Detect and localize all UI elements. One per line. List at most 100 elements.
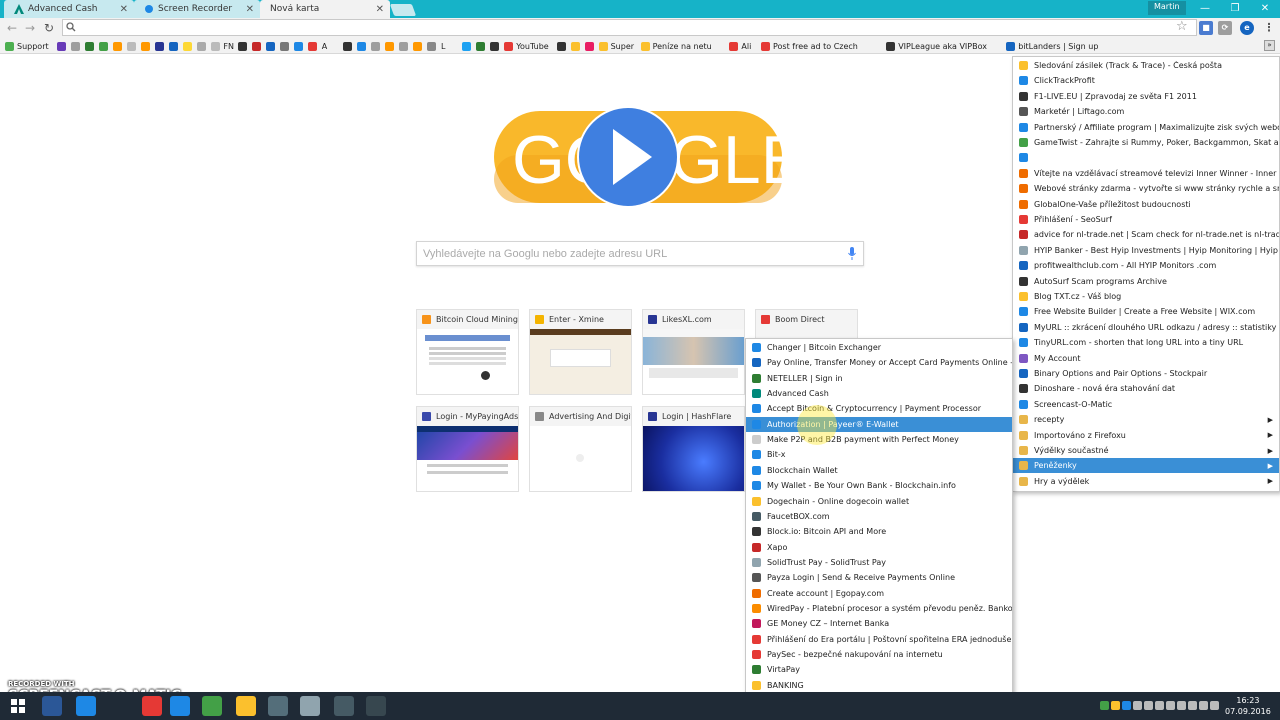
bookmark-folder[interactable]: Hry a výdělek ▶ (1013, 474, 1279, 489)
tray-icon[interactable] (1100, 701, 1109, 710)
bookmark-folder[interactable]: Peněženky ▶ (1013, 458, 1279, 474)
bookmark-item[interactable] (476, 40, 488, 52)
menu-bookmark-item[interactable]: Marketér | Liftago.com (1013, 104, 1279, 119)
menu-bookmark-item[interactable]: ClickTrackProfit (1013, 73, 1279, 88)
menu-bookmark-item[interactable]: Přihlášení do Era portálu | Poštovní spo… (746, 632, 1012, 647)
menu-bookmark-item[interactable]: Binary Options and Pair Options - Stockp… (1013, 366, 1279, 381)
bookmark-item[interactable]: Super (598, 40, 634, 52)
tray-icon[interactable] (1210, 701, 1219, 710)
menu-bookmark-item[interactable]: NETELLER | Sign in (746, 371, 1012, 386)
bookmark-item[interactable] (413, 40, 425, 52)
bookmark-item[interactable] (371, 40, 383, 52)
bookmark-folder[interactable]: Importováno z Firefoxu ▶ (1013, 428, 1279, 443)
most-visited-tile[interactable]: Enter - Xmine (529, 309, 632, 395)
bookmark-item[interactable] (71, 40, 83, 52)
menu-bookmark-item[interactable]: Bit-x (746, 447, 1012, 462)
maximize-icon[interactable]: ❐ (1220, 0, 1250, 18)
menu-bookmark-item[interactable]: Changer | Bitcoin Exchanger (746, 340, 1012, 355)
menu-bookmark-item[interactable]: Webové stránky zdarma - vytvořte si www … (1013, 181, 1279, 196)
bookmark-folder[interactable]: recepty ▶ (1013, 412, 1279, 427)
bookmark-folder[interactable]: Výdělky součastné ▶ (1013, 443, 1279, 458)
bookmark-item[interactable] (169, 40, 181, 52)
bookmark-item[interactable] (462, 40, 474, 52)
menu-bookmark-item[interactable]: GameTwist - Zahrajte si Rummy, Poker, Ba… (1013, 135, 1279, 150)
menu-bookmark-item[interactable]: Block.io: Bitcoin API and More (746, 524, 1012, 539)
tray-icon[interactable] (1177, 701, 1186, 710)
bookmark-item[interactable] (307, 40, 320, 52)
extension-icon[interactable]: e (1240, 21, 1254, 35)
bookmark-item[interactable] (237, 40, 250, 52)
tab-advanced-cash[interactable]: Advanced Cash ✕ (4, 0, 134, 18)
bookmark-item[interactable] (99, 40, 111, 52)
menu-bookmark-item[interactable]: VirtaPay (746, 662, 1012, 677)
forward-icon[interactable]: → (22, 20, 38, 36)
close-window-icon[interactable]: ✕ (1250, 0, 1280, 18)
menu-bookmark-item[interactable]: Dogechain - Online dogecoin wallet (746, 494, 1012, 509)
bookmark-item[interactable]: Post free ad to Czech (761, 40, 858, 52)
menu-bookmark-item[interactable]: Make P2P and B2B payment with Perfect Mo… (746, 432, 1012, 447)
google-search-box[interactable] (416, 241, 864, 266)
calculator-icon[interactable] (334, 696, 354, 716)
bookmark-item[interactable] (279, 40, 292, 52)
bookmark-item[interactable] (251, 40, 264, 52)
most-visited-tile[interactable]: Advertising And Digital (529, 406, 632, 492)
tab-new-tab[interactable]: Nová karta ✕ (260, 0, 390, 18)
menu-bookmark-item[interactable]: Xapo (746, 540, 1012, 555)
app-icon[interactable] (268, 696, 288, 716)
google-doodle[interactable]: GO GLE (490, 97, 786, 217)
google-search-input[interactable] (423, 246, 833, 262)
menu-bookmark-item[interactable]: F1-LIVE.EU | Zpravodaj ze světa F1 2011 (1013, 89, 1279, 104)
app-icon[interactable] (142, 696, 162, 716)
bookmark-item[interactable]: bitLanders | Sign up (1006, 40, 1098, 52)
menu-bookmark-item[interactable]: MyURL :: zkrácení dlouhého URL odkazu / … (1013, 320, 1279, 335)
close-icon[interactable]: ✕ (246, 4, 254, 15)
snip-icon[interactable] (366, 696, 386, 716)
bookmark-item[interactable] (427, 40, 439, 52)
bookmark-item[interactable] (584, 40, 597, 52)
menu-bookmark-item[interactable] (1013, 150, 1279, 165)
menu-bookmark-item[interactable]: Create account | Egopay.com (746, 586, 1012, 601)
menu-bookmark-item[interactable]: HYIP Banker - Best Hyip Investments | Hy… (1013, 243, 1279, 258)
bookmark-item[interactable] (57, 40, 69, 52)
menu-bookmark-item[interactable]: My Account (1013, 351, 1279, 366)
menu-bookmark-item[interactable]: Blockchain Wallet (746, 463, 1012, 478)
close-icon[interactable]: ✕ (120, 4, 128, 15)
bookmark-item[interactable] (357, 40, 369, 52)
bookmark-item[interactable] (183, 40, 195, 52)
menu-bookmark-item[interactable]: Free Website Builder | Create a Free Web… (1013, 304, 1279, 319)
most-visited-tile[interactable]: Login | HashFlare (642, 406, 745, 492)
bookmark-star-icon[interactable]: ☆ (1176, 19, 1188, 34)
close-icon[interactable]: ✕ (376, 4, 384, 15)
extension-icon[interactable]: ■ (1199, 21, 1213, 35)
tray-icon[interactable] (1133, 701, 1142, 710)
bookmark-item[interactable] (127, 40, 139, 52)
edge-icon[interactable] (170, 696, 190, 716)
app-icon[interactable] (300, 696, 320, 716)
explorer-icon[interactable] (236, 696, 256, 716)
menu-bookmark-item[interactable]: Sledování zásilek (Track & Trace) - Česk… (1013, 58, 1279, 73)
tray-icon[interactable] (1188, 701, 1197, 710)
menu-bookmark-item[interactable]: PaySec - bezpečné nakupování na internet… (746, 647, 1012, 662)
menu-bookmark-item[interactable]: My Wallet - Be Your Own Bank - Blockchai… (746, 478, 1012, 493)
tab-screen-recorder[interactable]: Screen Recorder ✕ (134, 0, 260, 18)
most-visited-tile[interactable]: Login - MyPayingAds (416, 406, 519, 492)
most-visited-tile[interactable]: LikesXL.com (642, 309, 745, 395)
chrome-icon[interactable] (202, 696, 222, 716)
bookmark-item[interactable] (141, 40, 153, 52)
menu-bookmark-item[interactable]: SolidTrust Pay - SolidTrust Pay (746, 555, 1012, 570)
address-bar[interactable] (62, 19, 1197, 36)
menu-bookmark-item[interactable]: GlobalOne-Vaše příležitost budoucnosti (1013, 197, 1279, 212)
bookmark-item[interactable] (570, 40, 583, 52)
menu-bookmark-item[interactable]: Payza Login | Send & Receive Payments On… (746, 570, 1012, 585)
menu-bookmark-item[interactable]: Authorization | Payeer® E-Wallet (746, 416, 1012, 432)
menu-bookmark-item[interactable]: FaucetBOX.com (746, 509, 1012, 524)
bookmark-item[interactable] (265, 40, 278, 52)
file-manager-icon[interactable] (42, 696, 62, 716)
menu-bookmark-item[interactable]: Přihlášení - SeoSurf (1013, 212, 1279, 227)
new-tab-button[interactable] (389, 4, 417, 16)
menu-bookmark-item[interactable]: Accept Bitcoin & Cryptocurrency | Paymen… (746, 401, 1012, 416)
microphone-icon[interactable] (847, 246, 857, 262)
menu-bookmark-item[interactable]: Pay Online, Transfer Money or Accept Car… (746, 355, 1012, 370)
reload-icon[interactable]: ↻ (41, 20, 57, 36)
bookmark-item[interactable] (293, 40, 306, 52)
